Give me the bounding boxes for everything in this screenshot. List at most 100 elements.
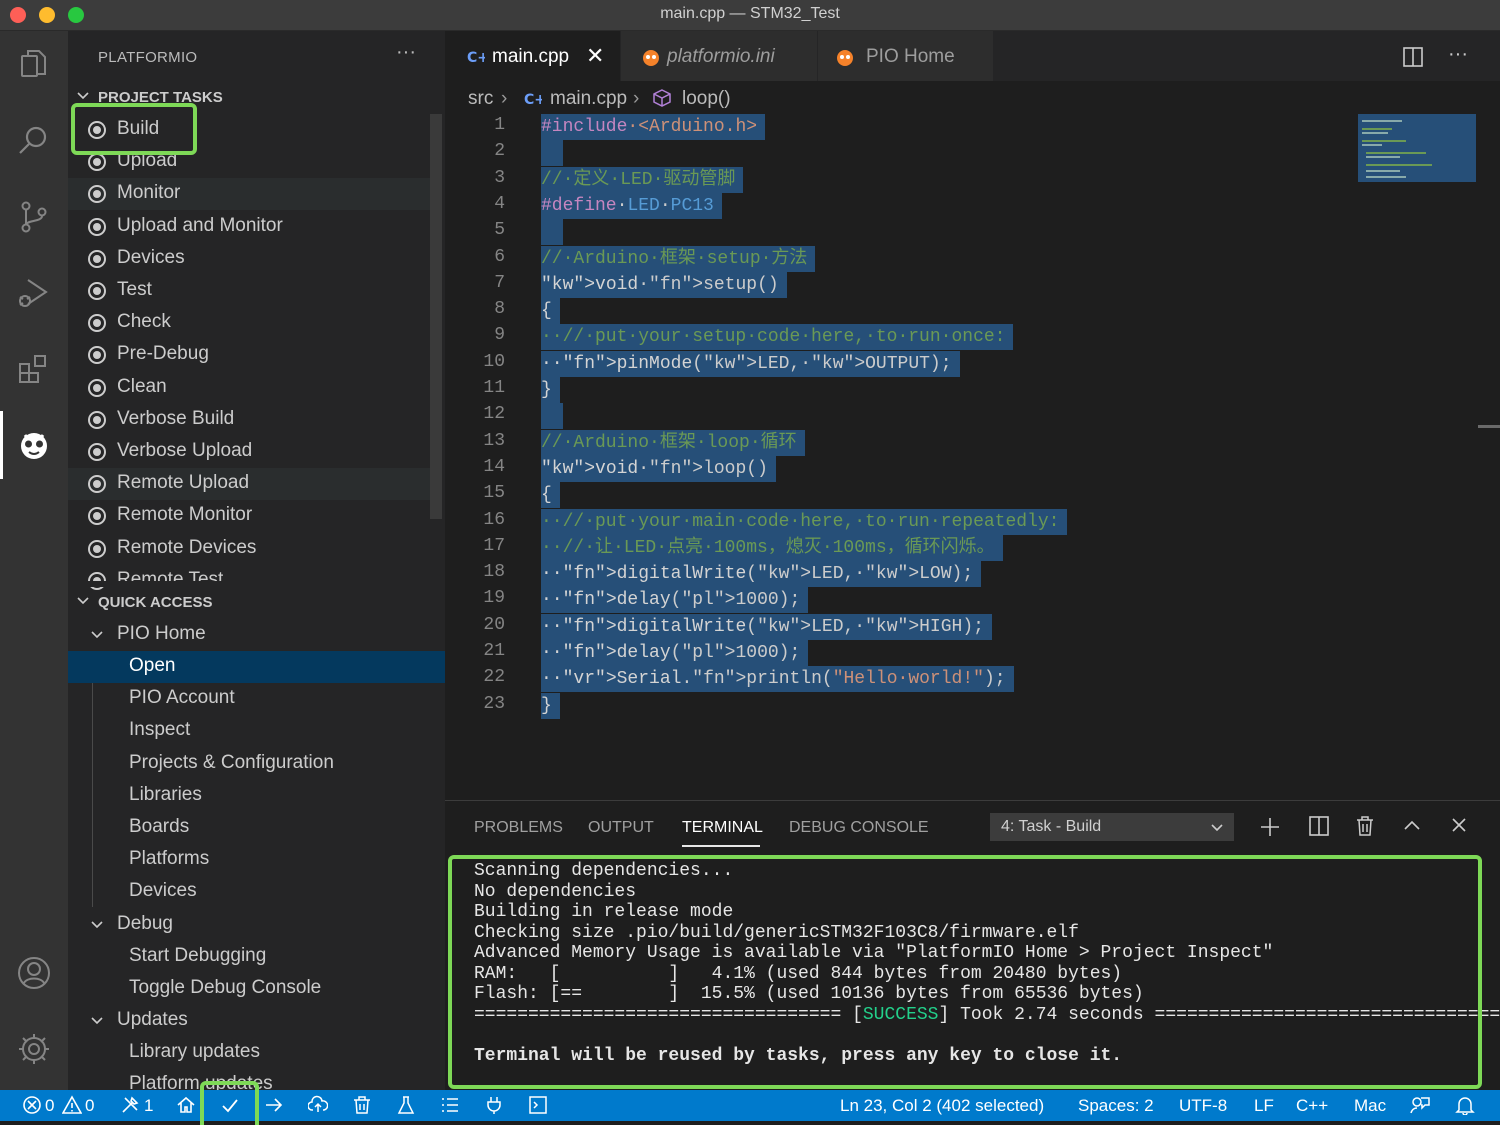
code-line[interactable]: //·Arduino·框架·setup·方法 — [541, 245, 816, 272]
terminal-icon[interactable] — [528, 1095, 548, 1115]
code-line[interactable]: ··"fn">delay("pl">1000); — [541, 587, 809, 614]
tab-platformio-ini[interactable]: platformio.ini — [621, 31, 817, 81]
quick-inspect[interactable]: Inspect — [68, 715, 445, 747]
code-line[interactable]: #define·LED·PC13 — [541, 192, 722, 219]
search-icon[interactable] — [0, 107, 68, 175]
test-flask-icon[interactable] — [396, 1095, 416, 1115]
tab-problems[interactable]: PROBLEMS — [474, 819, 563, 837]
quick-toggle-debug-console[interactable]: Toggle Debug Console — [68, 973, 445, 1005]
gear-icon[interactable] — [0, 1015, 68, 1083]
tab-debug-console[interactable]: DEBUG CONSOLE — [789, 819, 929, 837]
source-control-icon[interactable] — [0, 183, 68, 251]
serial-monitor-plug-icon[interactable] — [484, 1095, 504, 1115]
task-remote-upload[interactable]: Remote Upload — [68, 468, 430, 501]
quick-boards[interactable]: Boards — [68, 812, 445, 844]
code-line[interactable]: ··"vr">Serial."fn">println("Hello·world!… — [541, 666, 1014, 693]
quick-libraries[interactable]: Libraries — [68, 780, 445, 812]
sidebar-scrollbar[interactable] — [430, 114, 442, 519]
code-line[interactable]: } — [541, 377, 560, 403]
error-icon[interactable] — [22, 1095, 42, 1115]
code-line[interactable]: ··//·put·your·setup·code·here,·to·run·on… — [541, 324, 1014, 351]
quick-platforms[interactable]: Platforms — [68, 844, 445, 876]
task-list-icon[interactable] — [440, 1095, 460, 1115]
code-line[interactable]: ··"fn">delay("pl">1000); — [541, 640, 809, 666]
task-verbose-upload[interactable]: Verbose Upload — [68, 436, 430, 468]
trash-icon[interactable] — [1355, 815, 1375, 837]
tab-terminal[interactable]: TERMINAL — [682, 819, 763, 837]
code-editor[interactable]: 1 #include·<Arduino.h> 2 3 //·定义·LED·驱动管脚 4 #… — [445, 114, 1360, 800]
task-monitor[interactable]: Monitor — [68, 178, 430, 211]
code-line[interactable]: ··//·让·LED·点亮·100ms，熄灭·100ms，循环闪烁。 — [541, 534, 1003, 561]
code-line[interactable]: ··"fn">digitalWrite("kw">LED,·"kw">HIGH)… — [541, 613, 992, 640]
task-test[interactable]: Test — [68, 275, 430, 307]
error-count[interactable]: 0 — [45, 1096, 54, 1116]
task-pre-debug[interactable]: Pre-Debug — [68, 339, 430, 371]
quick-open[interactable]: Open — [68, 651, 445, 683]
upload-arrow-icon[interactable] — [264, 1095, 284, 1115]
platform[interactable]: Mac — [1354, 1096, 1386, 1116]
cursor-position[interactable]: Ln 23, Col 2 (402 selected) — [840, 1096, 1044, 1116]
feedback-icon[interactable] — [1410, 1095, 1430, 1115]
code-line[interactable] — [541, 403, 563, 430]
minimap[interactable] — [1358, 114, 1476, 182]
code-line[interactable]: } — [541, 692, 560, 719]
tab-main-cpp[interactable]: C+ main.cpp ✕ — [445, 31, 620, 81]
close-panel-icon[interactable] — [1451, 817, 1467, 833]
run-debug-icon[interactable] — [0, 259, 68, 327]
tools-icon[interactable] — [120, 1095, 140, 1115]
new-terminal-icon[interactable] — [1260, 817, 1280, 837]
tab-output[interactable]: OUTPUT — [588, 819, 654, 837]
breadcrumb-file[interactable]: main.cpp — [550, 88, 627, 110]
updates-group[interactable]: Updates — [68, 1005, 445, 1037]
split-editor-icon[interactable] — [1403, 47, 1423, 67]
code-line[interactable] — [541, 219, 563, 246]
split-terminal-icon[interactable] — [1309, 816, 1329, 836]
quick-projects-configuration[interactable]: Projects & Configuration — [68, 748, 445, 780]
encoding[interactable]: UTF-8 — [1179, 1096, 1227, 1116]
code-line[interactable]: ··"fn">pinMode("kw">LED,·"kw">OUTPUT); — [541, 350, 960, 377]
quick-library-updates[interactable]: Library updates — [68, 1037, 445, 1069]
account-icon[interactable] — [0, 939, 68, 1007]
task-remote-monitor[interactable]: Remote Monitor — [68, 500, 430, 532]
warning-icon[interactable] — [62, 1095, 82, 1115]
breadcrumb-symbol[interactable]: loop() — [682, 88, 731, 110]
quick-pio-account[interactable]: PIO Account — [68, 683, 445, 715]
end-of-line[interactable]: LF — [1254, 1096, 1274, 1116]
platformio-icon[interactable] — [0, 411, 68, 479]
tools-count[interactable]: 1 — [144, 1096, 153, 1116]
code-line[interactable]: ··"fn">digitalWrite("kw">LED,·"kw">LOW); — [541, 561, 982, 588]
task-upload-and-monitor[interactable]: Upload and Monitor — [68, 211, 430, 243]
tab-pio-home[interactable]: PIO Home — [818, 31, 993, 81]
code-line[interactable]: { — [541, 482, 560, 509]
terminal-select[interactable]: 4: Task - Build — [990, 813, 1234, 841]
indentation[interactable]: Spaces: 2 — [1078, 1096, 1154, 1116]
pio-home-group[interactable]: PIO Home — [68, 619, 445, 651]
task-verbose-build[interactable]: Verbose Build — [68, 404, 430, 436]
language-mode[interactable]: C++ — [1296, 1096, 1328, 1116]
code-line[interactable]: //·Arduino·框架·loop·循环 — [541, 429, 805, 456]
explorer-icon[interactable] — [0, 31, 68, 99]
quick-start-debugging[interactable]: Start Debugging — [68, 941, 445, 973]
code-line[interactable]: "kw">void·"fn">loop() — [541, 455, 776, 482]
pio-home-icon[interactable] — [176, 1095, 196, 1115]
clean-trash-icon[interactable] — [352, 1095, 372, 1115]
remote-upload-icon[interactable] — [308, 1095, 328, 1115]
task-devices[interactable]: Devices — [68, 243, 430, 275]
task-remote-devices[interactable]: Remote Devices — [68, 533, 430, 565]
extensions-icon[interactable] — [0, 335, 68, 403]
task-check[interactable]: Check — [68, 307, 430, 339]
more-actions-icon[interactable]: ··· — [396, 41, 416, 64]
code-line[interactable]: //·定义·LED·驱动管脚 — [541, 166, 744, 193]
code-line[interactable]: #include·<Arduino.h> — [541, 114, 766, 140]
task-clean[interactable]: Clean — [68, 372, 430, 404]
close-tab-icon[interactable]: ✕ — [586, 43, 604, 69]
maximize-panel-icon[interactable] — [1403, 818, 1421, 832]
quick-devices[interactable]: Devices — [68, 876, 445, 908]
debug-group[interactable]: Debug — [68, 909, 445, 941]
code-line[interactable]: ··//·put·your·main·code·here,·to·run·rep… — [541, 508, 1068, 535]
warning-count[interactable]: 0 — [85, 1096, 94, 1116]
editor-more-icon[interactable]: ··· — [1448, 43, 1468, 66]
code-line[interactable] — [541, 140, 563, 167]
notifications-bell-icon[interactable] — [1455, 1095, 1475, 1115]
code-line[interactable]: { — [541, 298, 560, 325]
